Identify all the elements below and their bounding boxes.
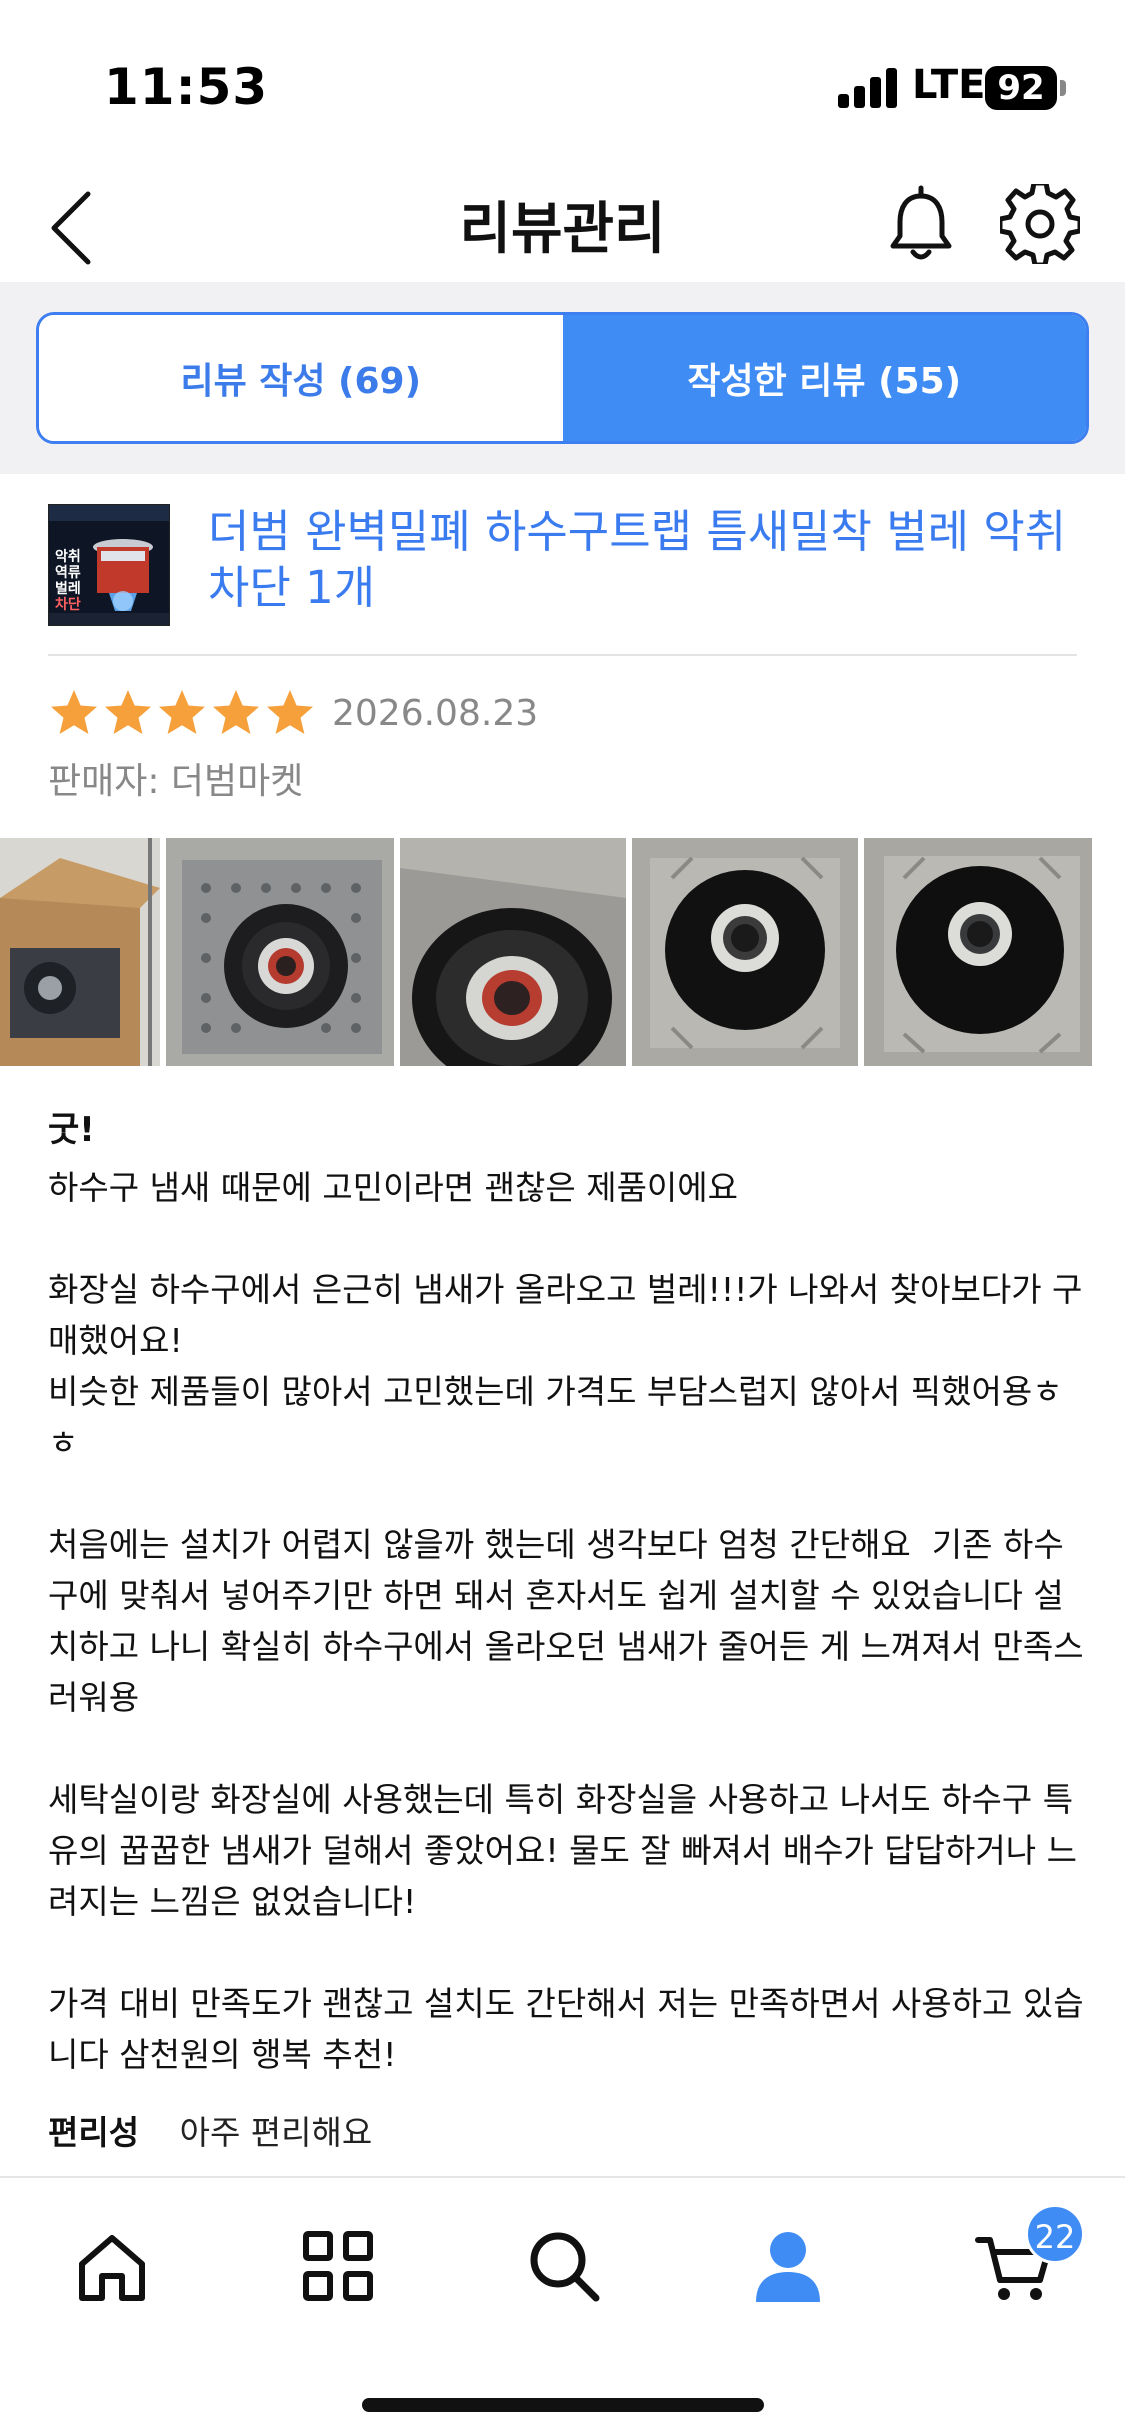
thumb-text-4: 차단 xyxy=(55,596,81,613)
product-row[interactable]: 악취 역류 벌레 차단 더범 완벽밀폐 하수구트랩 틈새밀착 벌레 악취차단 1… xyxy=(0,474,1125,656)
page-title: 리뷰관리 xyxy=(459,197,666,262)
settings-button[interactable] xyxy=(997,180,1083,268)
cart-count-badge: 22 xyxy=(1025,2204,1085,2264)
search-icon xyxy=(530,2232,600,2302)
review-tabs: 리뷰 작성 (69) 작성한 리뷰 (55) xyxy=(36,312,1089,444)
review-date: 2026.08.23 xyxy=(332,692,539,734)
star-icon xyxy=(105,690,151,734)
signal-icon xyxy=(838,68,900,108)
review-title: 굿! xyxy=(48,1110,95,1150)
star-icon xyxy=(159,690,205,734)
review-photo-2[interactable] xyxy=(166,838,394,1066)
thumb-text-3: 벌레 xyxy=(55,580,81,597)
battery-tip xyxy=(1060,80,1066,96)
attribute-label: 편리성 xyxy=(48,2113,140,2152)
thumb-text-1: 악취 xyxy=(55,548,81,565)
thumb-text-2: 역류 xyxy=(55,564,81,581)
status-bar: 11:53 LTE 92 xyxy=(0,0,1125,170)
review-photo-3[interactable] xyxy=(400,838,626,1066)
review-body: 하수구 냄새 때문에 고민이라면 괜찮은 제품이에요 화장실 하수구에서 은근히… xyxy=(48,1168,1084,2074)
nav-category-button[interactable] xyxy=(298,2226,378,2306)
home-icon xyxy=(79,2235,145,2301)
nav-profile-button[interactable] xyxy=(748,2226,828,2306)
product-name-link[interactable]: 더범 완벽밀폐 하수구트랩 틈새밀착 벌레 악취차단 1개 xyxy=(208,504,1088,616)
star-icon xyxy=(267,690,313,734)
divider xyxy=(48,654,1077,656)
review-attribute: 편리성 아주 편리해요 xyxy=(48,2106,372,2154)
home-indicator[interactable] xyxy=(362,2398,764,2412)
status-time: 11:53 xyxy=(104,58,269,116)
notification-button[interactable] xyxy=(886,180,956,270)
battery-icon: 92 xyxy=(985,66,1057,110)
bell-icon xyxy=(890,185,952,260)
attribute-value: 아주 편리해요 xyxy=(179,2113,373,2152)
review-photo-5[interactable] xyxy=(864,838,1092,1066)
network-label: LTE xyxy=(912,62,986,108)
star-rating xyxy=(48,687,318,739)
review-photo-4[interactable] xyxy=(632,838,858,1066)
review-photo-1[interactable] xyxy=(0,838,160,1066)
grid-icon xyxy=(303,2231,373,2301)
star-icon xyxy=(213,690,259,734)
profile-icon xyxy=(756,2232,820,2302)
tab-write-review[interactable]: 리뷰 작성 (69) xyxy=(39,315,563,441)
app-header: 리뷰관리 xyxy=(0,170,1125,282)
product-thumbnail[interactable]: 악취 역류 벌레 차단 xyxy=(48,504,170,626)
tabs-area: 리뷰 작성 (69) 작성한 리뷰 (55) xyxy=(0,282,1125,474)
rating-row: 2026.08.23 xyxy=(48,686,538,740)
bottom-nav: 22 xyxy=(0,2176,1125,2436)
tab-written-reviews[interactable]: 작성한 리뷰 (55) xyxy=(562,315,1086,441)
gear-icon xyxy=(997,180,1083,268)
review-photos xyxy=(0,838,1125,1066)
nav-search-button[interactable] xyxy=(524,2226,604,2306)
seller-label: 판매자: 더범마켓 xyxy=(48,761,304,802)
nav-home-button[interactable] xyxy=(72,2226,152,2306)
star-icon xyxy=(51,690,97,734)
